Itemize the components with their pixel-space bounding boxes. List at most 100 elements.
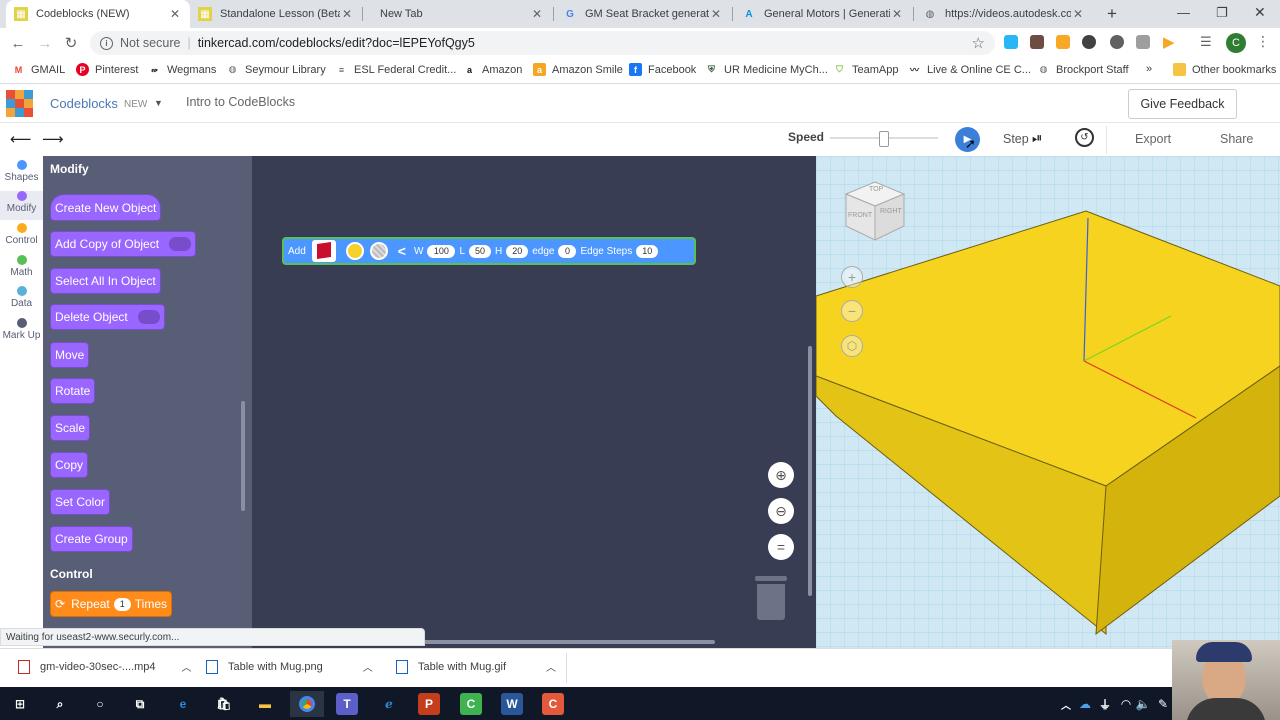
chevron-up-icon[interactable]: ︿ xyxy=(363,659,373,674)
more-bookmarks-chevron[interactable]: » xyxy=(1146,63,1152,75)
teams-icon[interactable]: T xyxy=(336,693,358,715)
download-item[interactable]: Table with Mug.gif ︿ xyxy=(396,659,556,674)
trash-can-icon[interactable] xyxy=(755,576,787,622)
minimize-window-icon[interactable]: — xyxy=(1177,5,1190,20)
collapse-arrow-icon[interactable]: < xyxy=(398,243,406,259)
app-name[interactable]: Codeblocks xyxy=(50,96,118,111)
viewport-zoom-in-icon[interactable]: + xyxy=(841,266,863,288)
edge-steps-input[interactable]: 10 xyxy=(636,244,659,258)
new-tab-button[interactable]: + xyxy=(1101,3,1123,25)
zoom-reset-icon[interactable]: = xyxy=(768,534,794,560)
block-set-color[interactable]: Set Color xyxy=(50,489,111,515)
bookmark-star-icon[interactable]: ☆ xyxy=(972,34,985,52)
tab-new-tab[interactable]: New Tab ✕ xyxy=(372,0,552,28)
block-input-slot[interactable] xyxy=(169,237,192,251)
bookmark-gmail[interactable]: M GMAIL xyxy=(12,63,65,76)
flyout-scrollbar[interactable] xyxy=(241,401,245,511)
bookmark-amazon-smile[interactable]: a Amazon Smile xyxy=(533,63,623,76)
step-label[interactable]: Step xyxy=(1003,132,1029,146)
profile-avatar[interactable]: C xyxy=(1226,33,1246,53)
color-swatch-yellow[interactable] xyxy=(345,242,364,260)
info-icon[interactable]: i xyxy=(100,36,113,50)
snagit-icon[interactable]: C xyxy=(542,693,564,715)
close-tab-icon[interactable]: ✕ xyxy=(1071,7,1085,21)
tab-codeblocks[interactable]: ▦ Codeblocks (NEW) ✕ xyxy=(6,0,190,28)
internet-explorer-icon[interactable]: ℯ xyxy=(376,691,402,717)
url-text[interactable]: tinkercad.com/codeblocks/edit?doc=lEPEYo… xyxy=(198,36,475,50)
chevron-up-icon[interactable]: ︿ xyxy=(182,659,192,674)
address-bar[interactable]: i Not secure | tinkercad.com/codeblocks/… xyxy=(90,31,995,55)
block-repeat[interactable]: ⟳ Repeat 1 Times xyxy=(50,591,173,617)
give-feedback-button[interactable]: Give Feedback xyxy=(1128,89,1237,119)
block-create-group[interactable]: Create Group xyxy=(50,526,133,552)
block-input-slot[interactable] xyxy=(137,310,160,324)
bookmark-brockport-staff[interactable]: ◍ Brockport Staff xyxy=(1037,63,1129,76)
category-mark-up[interactable]: Mark Up xyxy=(0,318,43,341)
height-input[interactable]: 20 xyxy=(506,244,529,258)
document-title[interactable]: Intro to CodeBlocks xyxy=(186,95,295,109)
share-button[interactable]: Share xyxy=(1220,132,1253,146)
block-add-copy-of-object[interactable]: Add Copy of Object xyxy=(50,231,197,257)
step-icon[interactable]: ⏯ xyxy=(1032,130,1042,146)
extension-icon[interactable] xyxy=(1082,35,1096,49)
bookmark-facebook[interactable]: f Facebook xyxy=(629,63,696,76)
category-modify[interactable]: Modify xyxy=(0,191,43,220)
category-control[interactable]: Control xyxy=(0,223,43,246)
chevron-up-icon[interactable]: ︿ xyxy=(546,659,556,674)
back-arrow-icon[interactable]: ← xyxy=(7,32,29,54)
media-controls-icon[interactable]: ☰ xyxy=(1200,34,1212,50)
viewport-zoom-out-icon[interactable]: − xyxy=(841,300,863,322)
undo-arrow-icon[interactable]: ⟵ xyxy=(10,130,32,148)
export-button[interactable]: Export xyxy=(1135,132,1171,146)
3d-viewport[interactable]: TOP FRONT RIGHT + − ⬡ xyxy=(816,156,1280,648)
tinkercad-logo[interactable] xyxy=(6,90,33,117)
block-select-all-in-object[interactable]: Select All In Object xyxy=(50,268,161,294)
tab-general-motors[interactable]: A General Motors | Generative ✕ xyxy=(734,0,912,28)
bookmark-other-bookmarks[interactable]: Other bookmarks xyxy=(1173,63,1276,76)
category-data[interactable]: Data xyxy=(0,286,43,309)
code-workspace[interactable]: Add < W 100 L 50 H 20 edge 0 Edge Steps … xyxy=(252,156,816,648)
bookmark-esl-federal[interactable]: ≡ ESL Federal Credit... xyxy=(335,63,456,76)
bookmark-seymour-library[interactable]: ◍ Seymour Library xyxy=(226,63,326,76)
search-icon[interactable]: ⌕ xyxy=(47,691,73,717)
extension-icon[interactable] xyxy=(1056,35,1070,49)
length-input[interactable]: 50 xyxy=(469,244,491,258)
edge-icon[interactable]: e xyxy=(170,691,196,717)
category-shapes[interactable]: Shapes xyxy=(0,160,43,183)
close-tab-icon[interactable]: ✕ xyxy=(890,7,904,21)
reload-icon[interactable]: ↻ xyxy=(60,32,82,54)
reset-icon[interactable]: ↺ xyxy=(1075,128,1094,147)
extension-icon[interactable] xyxy=(1136,35,1150,49)
block-rotate[interactable]: Rotate xyxy=(50,378,96,404)
block-create-new-object[interactable]: Create New Object xyxy=(50,194,162,221)
file-explorer-icon[interactable]: ▬ xyxy=(252,691,278,717)
powerpoint-icon[interactable]: P xyxy=(418,693,440,715)
close-tab-icon[interactable]: ✕ xyxy=(709,7,723,21)
extension-icon[interactable] xyxy=(1030,35,1044,49)
close-tab-icon[interactable]: ✕ xyxy=(530,7,544,21)
tab-autodesk-videos[interactable]: ◍ https://videos.autodesk.com ✕ xyxy=(915,0,1093,28)
chevron-down-icon[interactable]: ▼ xyxy=(154,98,163,108)
zoom-out-icon[interactable]: ⊖ xyxy=(768,498,794,524)
edge-input[interactable]: 0 xyxy=(558,244,577,258)
width-input[interactable]: 100 xyxy=(427,244,456,258)
close-tab-icon[interactable]: ✕ xyxy=(340,7,354,21)
fit-view-icon[interactable]: ⬡ xyxy=(841,335,863,357)
camtasia-icon[interactable]: C xyxy=(460,693,482,715)
speed-slider-thumb[interactable] xyxy=(879,131,889,147)
bookmark-ur-medicine[interactable]: ⛨ UR Medicine MyCh... xyxy=(705,63,828,76)
repeat-count-input[interactable]: 1 xyxy=(113,597,131,611)
cortana-icon[interactable]: ○ xyxy=(87,691,113,717)
store-icon[interactable]: 🛍 xyxy=(211,691,237,717)
bookmark-teamapp[interactable]: ⛉ TeamApp xyxy=(833,63,898,76)
hole-swatch[interactable] xyxy=(369,242,388,260)
close-window-icon[interactable]: ✕ xyxy=(1254,4,1266,21)
add-shape-block[interactable]: Add < W 100 L 50 H 20 edge 0 Edge Steps … xyxy=(282,237,696,265)
block-scale[interactable]: Scale xyxy=(50,415,91,441)
task-view-icon[interactable]: ⧉ xyxy=(127,691,153,717)
block-delete-object[interactable]: Delete Object xyxy=(50,304,165,330)
chrome-icon[interactable] xyxy=(290,691,324,717)
bookmark-wegmans[interactable]: 𝓌 Wegmans xyxy=(148,63,216,76)
bookmark-live-online-ce[interactable]: 〰 Live & Online CE C... xyxy=(908,63,1031,76)
workspace-horizontal-scrollbar[interactable] xyxy=(422,640,715,644)
